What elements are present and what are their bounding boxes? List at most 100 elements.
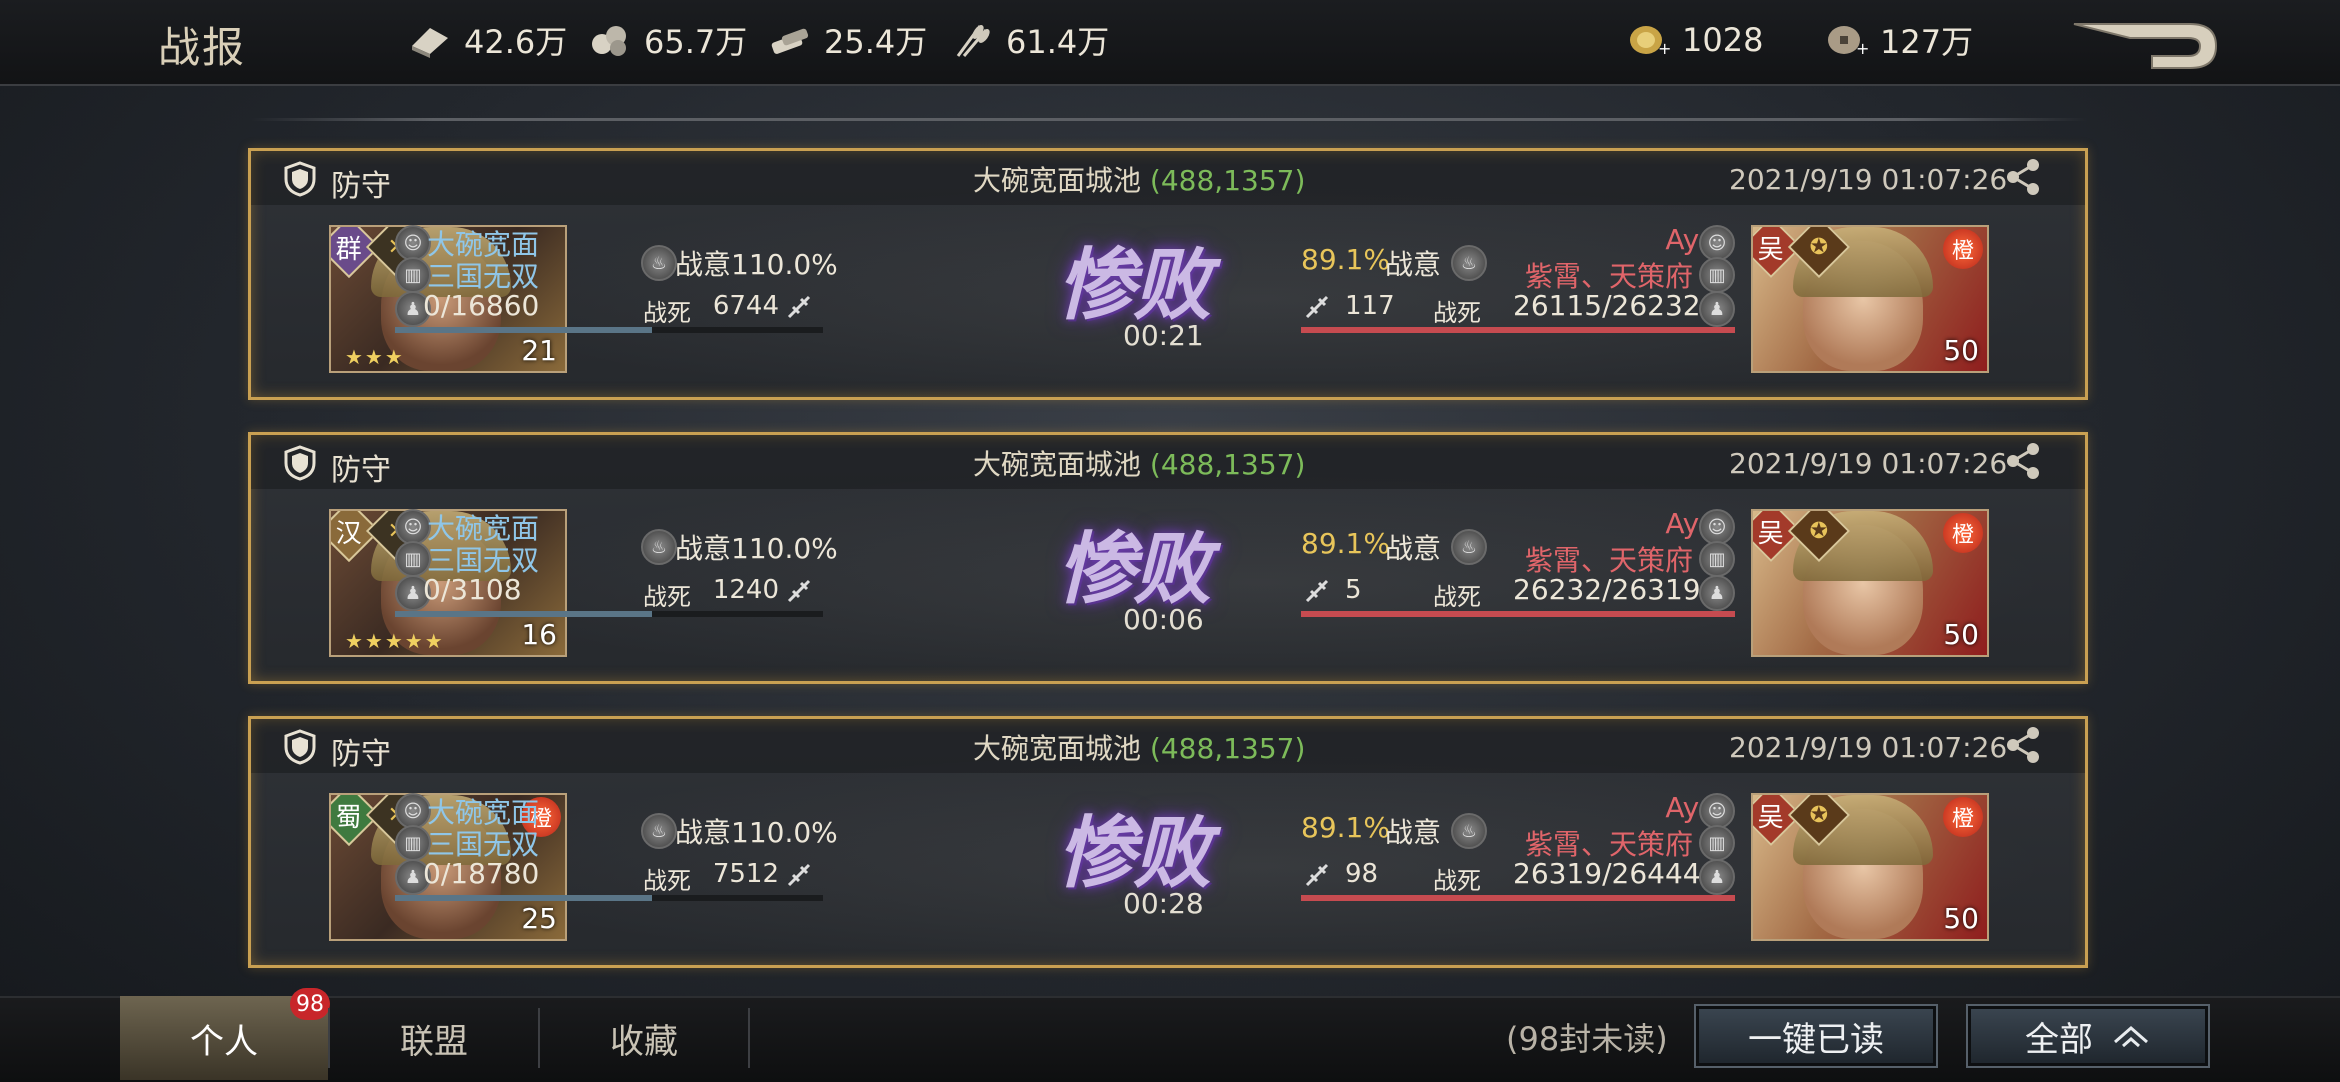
location-name: 大碗宽面城池 bbox=[973, 448, 1142, 481]
defender-troop-bar bbox=[395, 327, 823, 333]
resource-iron: 25.4万 bbox=[768, 18, 927, 62]
shield-icon bbox=[284, 161, 316, 197]
attacker-troops: 26319/26444 bbox=[1513, 857, 1701, 890]
player-icon: ☺ bbox=[395, 793, 431, 829]
troops-icon: ♟ bbox=[1699, 859, 1735, 895]
general-level: 16 bbox=[521, 618, 557, 651]
battle-report-card[interactable]: 防守 大碗宽面城池 (488,1357) 2021/9/19 01:07:26 … bbox=[248, 148, 2088, 400]
elite-badge: 橙 bbox=[1943, 229, 1983, 269]
page-title: 战报 bbox=[158, 23, 247, 72]
back-button[interactable] bbox=[2070, 18, 2220, 74]
tab-alliance[interactable]: 联盟 bbox=[330, 996, 538, 1080]
player-icon: ☺ bbox=[1699, 225, 1735, 261]
attacker-morale-pct: 89.1% bbox=[1301, 243, 1390, 276]
general-level: 50 bbox=[1943, 902, 1979, 935]
copper-coin-icon: + bbox=[1824, 22, 1868, 58]
defender-troop-bar-fill bbox=[395, 611, 652, 617]
defender-dead-label: 战死 bbox=[643, 583, 691, 611]
enemy-portrait[interactable]: 吴 ✪ 橙 50 bbox=[1751, 793, 1989, 941]
enemy-portrait[interactable]: 吴 ✪ 橙 50 bbox=[1751, 509, 1989, 657]
share-icon[interactable] bbox=[2003, 157, 2043, 197]
battle-result: 惨败 bbox=[1057, 808, 1211, 899]
general-level: 50 bbox=[1943, 334, 1979, 367]
attacker-dead: 117 bbox=[1345, 291, 1395, 321]
read-all-button[interactable]: 一键已读 bbox=[1694, 1004, 1938, 1068]
top-bar: 战报 42.6万 65.7万 25.4万 61.4万 + 1028 + 127万 bbox=[0, 0, 2340, 86]
enemy-portrait[interactable]: 吴 ✪ 橙 50 bbox=[1751, 225, 1989, 373]
attacker-troop-bar bbox=[1301, 327, 1735, 333]
player-icon: ☺ bbox=[1699, 793, 1735, 829]
alliance-icon: ▥ bbox=[1699, 541, 1735, 577]
star-rating: ★★★ bbox=[345, 345, 405, 369]
attacker-dead-label: 战死 bbox=[1433, 299, 1481, 327]
resource-grain-value: 61.4万 bbox=[1006, 23, 1110, 61]
attacker-troops: 26232/26319 bbox=[1513, 573, 1701, 606]
morale-icon: ♨ bbox=[1451, 813, 1487, 849]
casualty-icon bbox=[787, 295, 811, 319]
resource-iron-value: 25.4万 bbox=[824, 23, 928, 61]
attacker-dead: 5 bbox=[1345, 575, 1362, 605]
location-coord[interactable]: (488,1357) bbox=[1150, 164, 1305, 197]
filter-all-button[interactable]: 全部 bbox=[1966, 1004, 2210, 1068]
report-time: 2021/9/19 01:07:26 bbox=[1729, 731, 2008, 764]
defender-troop-bar-fill bbox=[395, 327, 652, 333]
attacker-troop-bar-fill bbox=[1301, 327, 1735, 333]
filter-label: 全部 bbox=[2025, 1019, 2093, 1060]
alliance-icon: ▥ bbox=[395, 825, 431, 861]
troops-icon: ♟ bbox=[1699, 291, 1735, 327]
battle-report-card[interactable]: 防守 大碗宽面城池 (488,1357) 2021/9/19 01:07:26 … bbox=[248, 432, 2088, 684]
attacker-morale-label: 战意 bbox=[1385, 816, 1442, 849]
share-icon[interactable] bbox=[2003, 725, 2043, 765]
attacker-troop-bar-fill bbox=[1301, 895, 1735, 901]
tab-separator bbox=[748, 1008, 750, 1068]
alliance-icon: ▥ bbox=[395, 541, 431, 577]
svg-text:+: + bbox=[1658, 39, 1670, 58]
alliance-icon: ▥ bbox=[395, 257, 431, 293]
jade-value: 1028 bbox=[1682, 21, 1764, 59]
report-time: 2021/9/19 01:07:26 bbox=[1729, 447, 2008, 480]
unread-badge: 98 bbox=[290, 988, 330, 1020]
defender-troop-bar bbox=[395, 895, 823, 901]
attacker-dead-label: 战死 bbox=[1433, 583, 1481, 611]
location-coord[interactable]: (488,1357) bbox=[1150, 448, 1305, 481]
defender-troop-bar bbox=[395, 611, 823, 617]
report-location[interactable]: 大碗宽面城池 (488,1357) bbox=[973, 159, 1305, 199]
battle-duration: 00:28 bbox=[1123, 887, 1204, 920]
battle-result: 惨败 bbox=[1057, 240, 1211, 331]
tab-favorites[interactable]: 收藏 bbox=[540, 996, 748, 1080]
battle-duration: 00:21 bbox=[1123, 319, 1204, 352]
jade-currency[interactable]: + 1028 bbox=[1626, 18, 1763, 62]
morale-icon: ♨ bbox=[1451, 529, 1487, 565]
defender-troop-bar-fill bbox=[395, 895, 652, 901]
player-icon: ☺ bbox=[395, 225, 431, 261]
copper-value: 127万 bbox=[1880, 23, 1974, 61]
general-level: 25 bbox=[521, 902, 557, 935]
location-coord[interactable]: (488,1357) bbox=[1150, 732, 1305, 765]
resource-stone-value: 65.7万 bbox=[644, 23, 748, 61]
morale-icon: ♨ bbox=[641, 529, 677, 565]
elite-badge: 橙 bbox=[1943, 797, 1983, 837]
morale-icon: ♨ bbox=[641, 813, 677, 849]
shield-icon bbox=[284, 445, 316, 481]
chevron-up-icon bbox=[2114, 1026, 2148, 1048]
attacker-morale-label: 战意 bbox=[1385, 532, 1442, 565]
attacker-dead: 98 bbox=[1345, 859, 1379, 889]
share-icon[interactable] bbox=[2003, 441, 2043, 481]
report-location[interactable]: 大碗宽面城池 (488,1357) bbox=[973, 727, 1305, 767]
report-time: 2021/9/19 01:07:26 bbox=[1729, 163, 2008, 196]
casualty-icon bbox=[1305, 863, 1329, 887]
player-icon: ☺ bbox=[1699, 509, 1735, 545]
shield-icon bbox=[284, 729, 316, 765]
battle-report-card[interactable]: 防守 大碗宽面城池 (488,1357) 2021/9/19 01:07:26 … bbox=[248, 716, 2088, 968]
attacker-troop-bar-fill bbox=[1301, 611, 1735, 617]
defender-troops: 0/16860 bbox=[423, 289, 540, 322]
report-location[interactable]: 大碗宽面城池 (488,1357) bbox=[973, 443, 1305, 483]
defender-dead-label: 战死 bbox=[643, 299, 691, 327]
svg-text:+: + bbox=[1856, 39, 1868, 58]
alliance-icon: ▥ bbox=[1699, 257, 1735, 293]
casualty-icon bbox=[787, 863, 811, 887]
gold-coin-icon: + bbox=[1626, 22, 1670, 58]
copper-currency[interactable]: + 127万 bbox=[1824, 18, 1973, 62]
list-divider bbox=[250, 118, 2088, 121]
attacker-troops: 26115/26232 bbox=[1513, 289, 1701, 322]
